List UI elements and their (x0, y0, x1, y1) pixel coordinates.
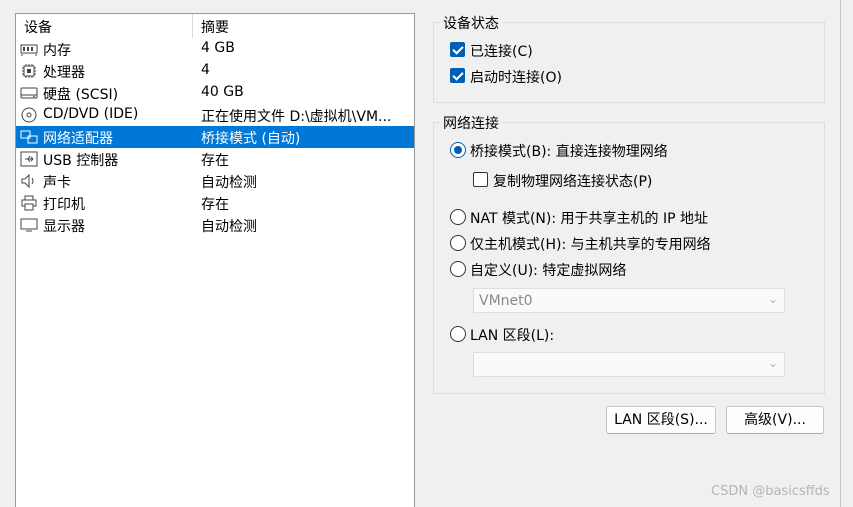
device-row-usb-controller[interactable]: USB 控制器 存在 (16, 148, 414, 170)
device-list[interactable]: 设备 摘要 内存 4 GB 处理器 4 硬盘 (SCSI) 40 GB CD/D… (15, 13, 415, 507)
device-summary: 自动检测 (201, 219, 257, 235)
bridged-label: 桥接模式(B): 直接连接物理网络 (470, 144, 668, 160)
nat-label: NAT 模式(N): 用于共享主机的 IP 地址 (470, 211, 708, 227)
cd-dvd-icon (21, 107, 37, 123)
device-summary: 存在 (201, 197, 229, 213)
sound-card-icon (21, 173, 34, 189)
device-row-printer[interactable]: 打印机 存在 (16, 192, 414, 214)
device-name: 打印机 (43, 197, 85, 213)
watermark: CSDN @basicsffds (711, 484, 830, 499)
connect-on-start-check-box[interactable] (450, 68, 465, 83)
bridged-radio-button[interactable] (450, 142, 466, 158)
connected-check-box[interactable] (450, 42, 465, 57)
device-summary: 4 (201, 62, 210, 78)
column-header-summary[interactable]: 摘要 (201, 17, 229, 37)
device-row-processor[interactable]: 处理器 4 (16, 60, 414, 82)
device-row-hard-disk[interactable]: 硬盘 (SCSI) 40 GB (16, 82, 414, 104)
printer-icon (21, 195, 37, 211)
device-summary: 自动检测 (201, 175, 257, 191)
window-edge (840, 0, 841, 507)
lan-segment-select[interactable]: ⌄ (473, 352, 785, 377)
lan-segment-label: LAN 区段(L): (470, 328, 555, 344)
device-status-title: 设备状态 (440, 13, 502, 33)
custom-network-value: VMnet0 (479, 293, 533, 309)
device-summary: 正在使用文件 D:\虚拟机\VM... (201, 109, 392, 125)
device-name: 网络适配器 (43, 131, 113, 147)
device-row-display[interactable]: 显示器 自动检测 (16, 214, 414, 236)
custom-radio-button[interactable] (450, 261, 466, 277)
device-row-network-adapter[interactable]: 网络适配器 桥接模式 (自动) (16, 126, 414, 148)
chevron-down-icon: ⌄ (767, 356, 778, 370)
hard-disk-icon (20, 87, 38, 99)
device-name: 声卡 (43, 175, 71, 191)
connected-label: 已连接(C) (470, 44, 533, 60)
device-summary: 4 GB (201, 40, 235, 56)
device-name: CD/DVD (IDE) (43, 106, 139, 122)
replicate-check-box[interactable] (473, 172, 488, 187)
device-name: 处理器 (43, 65, 85, 81)
network-adapter-icon (20, 130, 38, 144)
device-status-group (433, 22, 825, 103)
host-only-label: 仅主机模式(H): 与主机共享的专用网络 (470, 237, 711, 253)
device-name: 显示器 (43, 219, 85, 235)
list-header: 设备 摘要 (16, 14, 414, 38)
device-name: 硬盘 (SCSI) (43, 87, 119, 103)
custom-label: 自定义(U): 特定虚拟网络 (470, 263, 627, 279)
display-icon (20, 218, 38, 232)
device-name: 内存 (43, 43, 71, 59)
custom-network-select[interactable]: VMnet0 ⌄ (473, 288, 785, 313)
device-summary: 存在 (201, 153, 229, 169)
connect-on-start-label: 启动时连接(O) (470, 70, 562, 86)
lan-segments-button[interactable]: LAN 区段(S)... (606, 406, 716, 434)
usb-controller-icon (20, 151, 38, 167)
chevron-down-icon: ⌄ (767, 292, 778, 306)
column-separator[interactable] (192, 14, 193, 38)
nat-radio-button[interactable] (450, 209, 466, 225)
replicate-label: 复制物理网络连接状态(P) (493, 174, 653, 190)
lan-segment-radio-button[interactable] (450, 326, 466, 342)
host-only-radio-button[interactable] (450, 235, 466, 251)
advanced-button[interactable]: 高级(V)... (726, 406, 824, 434)
device-name: USB 控制器 (43, 153, 119, 169)
processor-icon (22, 64, 36, 78)
device-row-sound-card[interactable]: 声卡 自动检测 (16, 170, 414, 192)
device-summary: 桥接模式 (自动) (201, 131, 301, 147)
device-row-cd-dvd[interactable]: CD/DVD (IDE) 正在使用文件 D:\虚拟机\VM... (16, 104, 414, 126)
device-row-memory[interactable]: 内存 4 GB (16, 38, 414, 60)
column-header-device[interactable]: 设备 (24, 17, 52, 37)
memory-icon (20, 44, 38, 56)
network-connection-title: 网络连接 (440, 113, 502, 133)
device-summary: 40 GB (201, 84, 244, 100)
